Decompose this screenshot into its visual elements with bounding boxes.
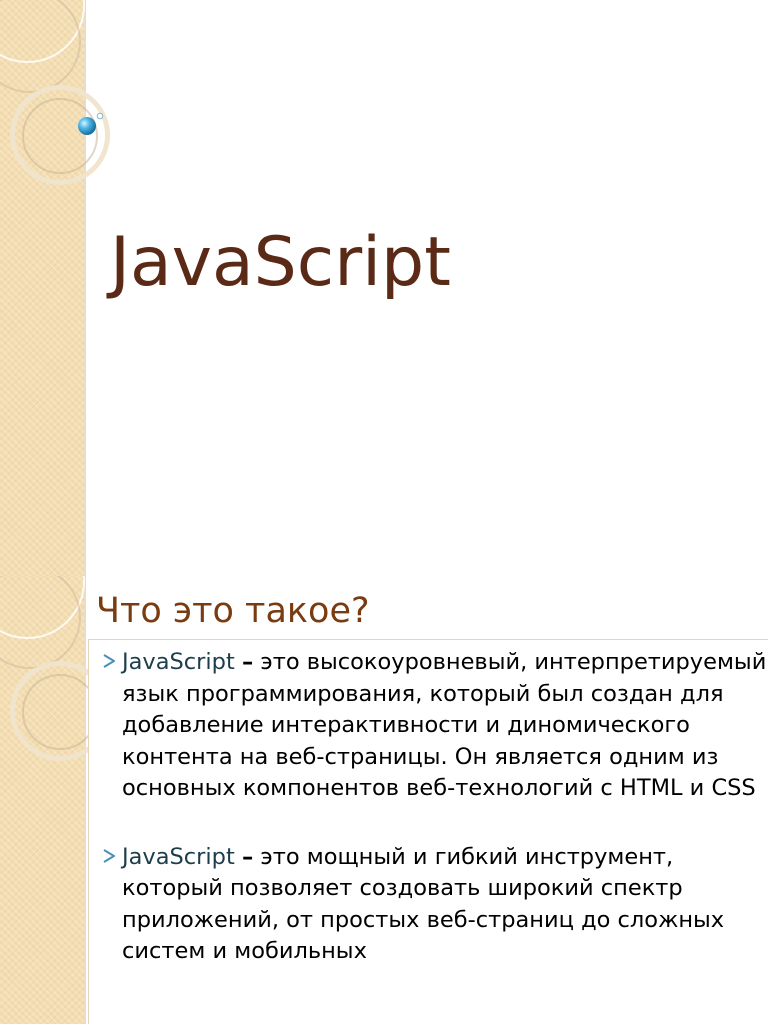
bullet-term: JavaScript: [122, 649, 235, 675]
bullet-list: JavaScript – это высокоуровневый, интерп…: [100, 647, 768, 1005]
bullet-term: JavaScript: [122, 843, 235, 870]
slide-title: JavaScript: [110, 223, 451, 302]
slide-heading: Что это такое?: [96, 591, 370, 631]
ring-decoration-icon: [22, 674, 98, 750]
title-slide: JavaScript: [0, 0, 768, 576]
bullet-dash: –: [241, 649, 254, 675]
content-slide: Что это такое? JavaScript – это высокоур…: [0, 576, 768, 1024]
bullet-dash: –: [241, 843, 254, 870]
bead-decoration-icon: [78, 112, 104, 135]
list-item: JavaScript – это высокоуровневый, интерп…: [100, 647, 768, 805]
arrow-bullet-icon: [103, 848, 115, 863]
arrow-bullet-icon: [103, 654, 115, 668]
list-item: JavaScript – это мощный и гибкий инструм…: [100, 842, 768, 968]
